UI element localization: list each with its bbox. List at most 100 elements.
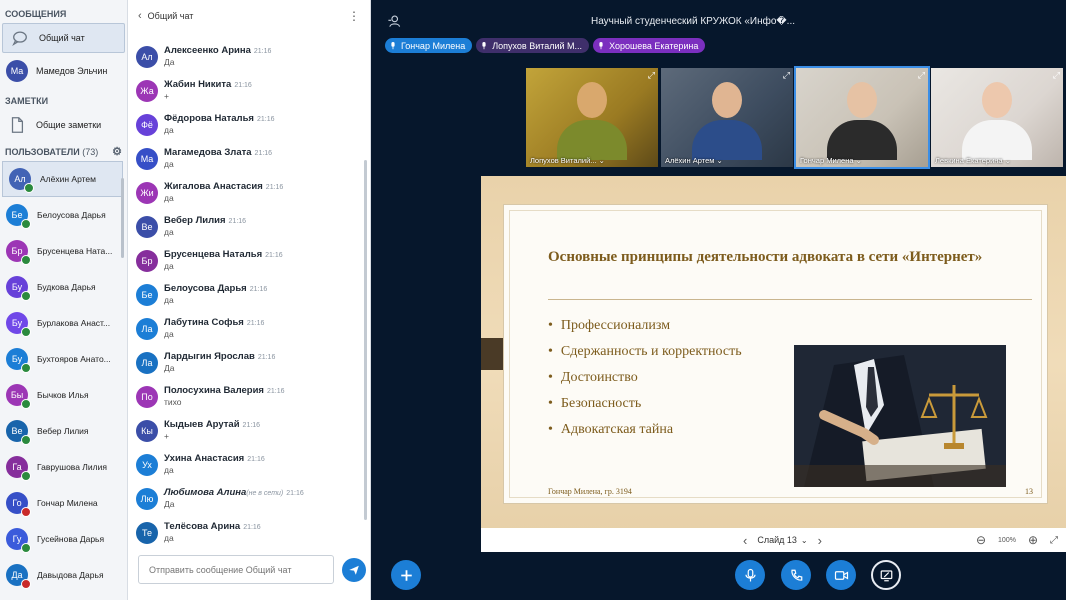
user-list-item[interactable]: Го Гончар Милена — [0, 485, 127, 521]
document-icon — [6, 114, 28, 136]
participant-body — [962, 120, 1032, 160]
public-chat-item[interactable]: Общий чат — [2, 23, 125, 53]
webcam-strip: ⤢ Лопухов Виталий... ⌄ ⤢ Алёхин Артем ⌄ ⤢ Гон… — [526, 66, 1063, 169]
chat-scrollbar[interactable] — [364, 160, 367, 520]
lawyer-illustration — [794, 345, 1006, 487]
microphone-icon — [744, 568, 756, 581]
user-list-item[interactable]: Бу Бухтояров Анато... — [0, 341, 127, 377]
shared-notes-item[interactable]: Общие заметки — [0, 110, 127, 140]
sender-name: Полосухина Валерия — [164, 385, 264, 396]
webcam-label: Лопухов Виталий... ⌄ — [530, 156, 605, 165]
screen-share-button[interactable] — [871, 560, 901, 590]
expand-icon[interactable]: ⤢ — [783, 70, 790, 81]
sender-name: Вебер Лилия — [164, 215, 226, 226]
actions-button[interactable] — [391, 560, 421, 590]
user-list-item[interactable]: Ве Вебер Лилия — [0, 413, 127, 449]
user-list-item[interactable]: Бе Белоусова Дарья — [0, 197, 127, 233]
user-list-item[interactable]: Да Давыдова Дарья — [0, 557, 127, 593]
avatar: Бу — [6, 348, 31, 373]
chat-message: Ла Лабутина Софья 21:16 да — [128, 312, 364, 346]
chat-header: ‹ Общий чат ⋮ — [128, 0, 370, 32]
avatar: Ма — [136, 148, 158, 170]
mic-on-icon — [21, 471, 31, 481]
send-icon — [349, 565, 359, 575]
zoom-out-button[interactable]: ⊖ — [976, 533, 986, 547]
expand-icon[interactable]: ⤢ — [1053, 70, 1060, 81]
microphone-button[interactable] — [735, 560, 765, 590]
private-chat-item[interactable]: Ма Мамедов Эльчин — [0, 56, 127, 86]
webcam-tile[interactable]: ⤢ Алёхин Артем ⌄ — [661, 68, 793, 167]
avatar: Бе — [136, 284, 158, 306]
sidebar-scrollbar[interactable] — [121, 178, 124, 258]
user-list-item[interactable]: Бу Будкова Дарья — [0, 269, 127, 305]
avatar: Фё — [136, 114, 158, 136]
participant-head — [577, 82, 607, 118]
webcam-tile[interactable]: ⤢ Лопухов Виталий... ⌄ — [526, 68, 658, 167]
avatar: Ма — [6, 60, 28, 82]
avatar: Бы — [6, 384, 31, 409]
talking-indicator[interactable]: Хорошева Екатерина — [593, 38, 706, 53]
gear-icon[interactable]: ⚙ — [112, 143, 122, 161]
user-list-item[interactable]: Бр Брусенцева Ната... — [0, 233, 127, 269]
expand-icon[interactable]: ⤢ — [918, 70, 925, 81]
participant-head — [712, 82, 742, 118]
chevron-down-icon: ⌄ — [800, 535, 808, 545]
talking-indicators: Гончар Милена Лопухов Виталий М... Хорошев… — [385, 38, 706, 53]
fullscreen-icon[interactable]: ⤢ — [1050, 535, 1058, 546]
leave-session-icon[interactable] — [387, 14, 401, 28]
chat-message: Ла Лардыгин Ярослав 21:16 Да — [128, 346, 364, 380]
user-list-item[interactable]: Бу Бурлакова Анаст... — [0, 305, 127, 341]
mic-on-icon — [21, 291, 31, 301]
participant-head — [982, 82, 1012, 118]
user-list-item[interactable]: Гу Гусейнова Дарья — [0, 521, 127, 557]
avatar: Ве — [136, 216, 158, 238]
next-slide-button[interactable]: › — [818, 533, 822, 548]
webcam-tile[interactable]: ⤢ Левкина Екатерина ⌄ — [931, 68, 1063, 167]
presentation-toolbar: ‹ Слайд 13 ⌄ › ⊖ 100% ⊕ ⤢ — [481, 528, 1066, 552]
chat-back-button[interactable]: ‹ Общий чат — [138, 10, 193, 22]
sender-name: Лабутина Софья — [164, 317, 244, 328]
chat-message: По Полосухина Валерия 21:16 тихо — [128, 380, 364, 414]
sender-name: Кыдыев Арутай — [164, 419, 240, 430]
user-list-item[interactable]: Ал Алёхин Артем — [2, 161, 123, 197]
sender-name: Любимова Алина — [164, 487, 247, 498]
avatar: Га — [6, 456, 31, 481]
chat-message-input[interactable] — [138, 555, 334, 584]
message-time: 21:16 — [257, 354, 276, 361]
webcam-tile[interactable]: ⤢ Гончар Милена ⌄ — [794, 66, 930, 169]
slide-selector[interactable]: Слайд 13 ⌄ — [757, 535, 807, 545]
user-list-item[interactable]: Га Гаврушова Лилия — [0, 449, 127, 485]
zoom-in-button[interactable]: ⊕ — [1028, 533, 1038, 547]
avatar: Бр — [136, 250, 158, 272]
plus-icon — [400, 569, 412, 581]
chat-message: Фё Фёдорова Наталья 21:16 да — [128, 108, 364, 142]
avatar: Го — [6, 492, 31, 517]
expand-icon[interactable]: ⤢ — [648, 70, 655, 81]
talking-indicator[interactable]: Лопухов Виталий М... — [476, 38, 590, 53]
message-time: 21:16 — [246, 320, 265, 327]
webcam-label: Алёхин Артем ⌄ — [665, 156, 723, 165]
prev-slide-button[interactable]: ‹ — [743, 533, 747, 548]
user-list: Ал Алёхин Артем Бе Белоусова Дарья Бр Брусенц… — [0, 161, 127, 593]
chat-message: Ма Магамедова Злата 21:16 да — [128, 142, 364, 176]
avatar: Да — [6, 564, 31, 589]
audio-button[interactable] — [781, 560, 811, 590]
webcam-label: Левкина Екатерина ⌄ — [935, 156, 1011, 165]
avatar: Гу — [6, 528, 31, 553]
presentation-slide: Основные принципы деятельности адвоката … — [481, 176, 1066, 552]
send-button[interactable] — [342, 558, 366, 582]
screen-share-icon — [880, 569, 892, 581]
mic-on-icon — [24, 183, 34, 193]
avatar: По — [136, 386, 158, 408]
talking-indicator[interactable]: Гончар Милена — [385, 38, 473, 53]
user-list-item[interactable]: Бы Бычков Илья — [0, 377, 127, 413]
sender-name: Алексеенко Арина — [164, 45, 251, 56]
participant-body — [557, 120, 627, 160]
avatar: Лю — [136, 488, 158, 510]
slide-number: 13 — [1025, 487, 1033, 496]
message-text: Да — [164, 499, 175, 509]
avatar: Ла — [136, 352, 158, 374]
more-options-icon[interactable]: ⋮ — [348, 9, 360, 23]
camera-button[interactable] — [826, 560, 856, 590]
message-time: 21:16 — [249, 286, 268, 293]
